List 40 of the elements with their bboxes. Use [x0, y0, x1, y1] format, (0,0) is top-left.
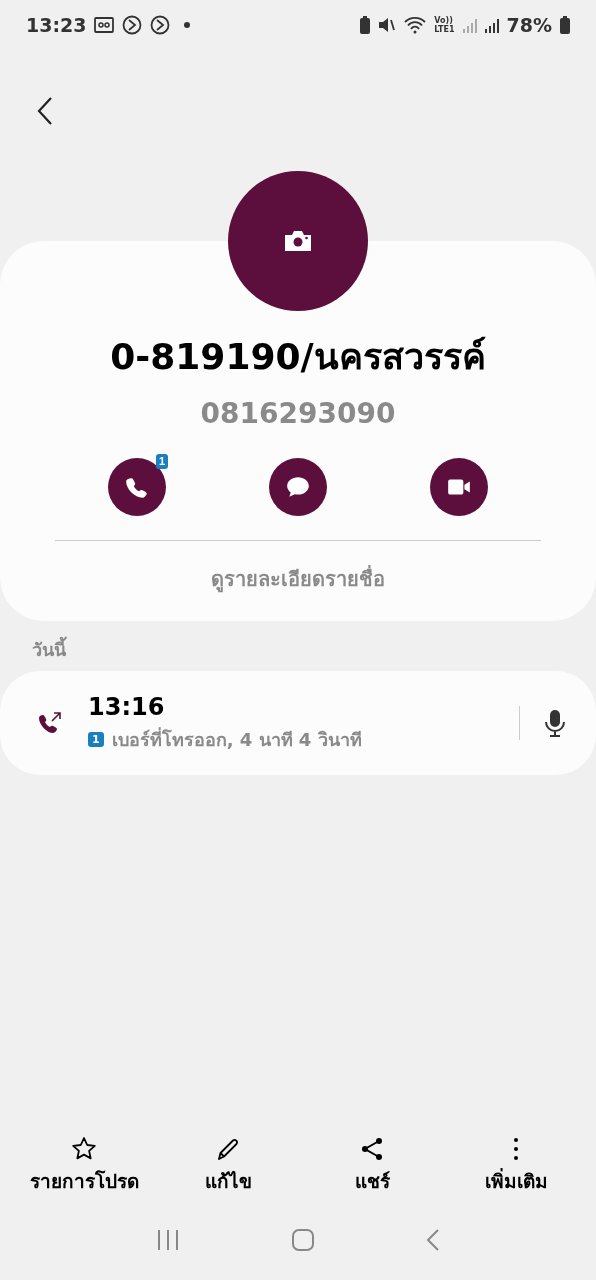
phone-number: 0816293090	[200, 397, 396, 430]
share-button[interactable]: แชร์	[300, 1132, 444, 1200]
edit-button[interactable]: แก้ไข	[156, 1132, 300, 1200]
play-circle-icon	[122, 15, 143, 35]
signal-icon	[484, 17, 499, 33]
call-time: 13:16	[88, 692, 166, 721]
section-title: วันนี้	[32, 635, 66, 665]
mute-icon	[378, 16, 397, 34]
network-label: LTE1	[434, 25, 455, 34]
cassette-icon	[94, 16, 115, 34]
battery-percentage: 78%	[506, 14, 552, 36]
contact-name: 0-819190/นครสวรรค์	[110, 335, 486, 379]
video-button[interactable]	[430, 458, 488, 516]
star-icon	[71, 1136, 97, 1162]
recording-button[interactable]	[544, 709, 566, 737]
share-icon	[359, 1136, 385, 1162]
signal-icon	[462, 17, 477, 33]
chat-bubble-icon	[285, 474, 311, 500]
network-label: Vo))	[434, 16, 453, 25]
favorite-button[interactable]: รายการโปรด	[12, 1132, 156, 1200]
play-circle-icon	[150, 15, 171, 35]
message-button[interactable]	[269, 458, 327, 516]
sim-badge: 1	[155, 454, 168, 469]
camera-icon	[283, 229, 313, 253]
more-button[interactable]: เพิ่มเติม	[444, 1132, 588, 1200]
battery-icon	[560, 16, 570, 34]
recent-apps-icon	[155, 1228, 180, 1252]
outgoing-call-icon	[38, 711, 62, 735]
call-description: เบอร์ที่โทรออก, 4 นาที 4 วินาที	[111, 726, 362, 752]
sim-badge: 1	[88, 731, 104, 747]
dot-icon	[184, 22, 191, 28]
microphone-icon	[544, 709, 566, 737]
wifi-icon	[404, 16, 427, 34]
battery-saver-icon	[360, 16, 371, 34]
call-log-entry[interactable]: 13:16 1 เบอร์ที่โทรออก, 4 นาที 4 วินาที	[0, 671, 596, 775]
pencil-icon	[215, 1136, 241, 1162]
back-icon	[426, 1228, 441, 1252]
more-options-icon	[513, 1136, 519, 1162]
home-icon	[291, 1228, 315, 1252]
clock: 13:23	[26, 14, 87, 36]
